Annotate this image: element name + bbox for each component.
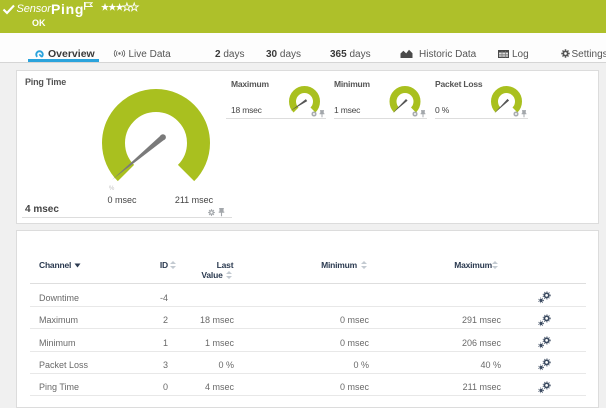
svg-text:%: % [109,186,115,192]
